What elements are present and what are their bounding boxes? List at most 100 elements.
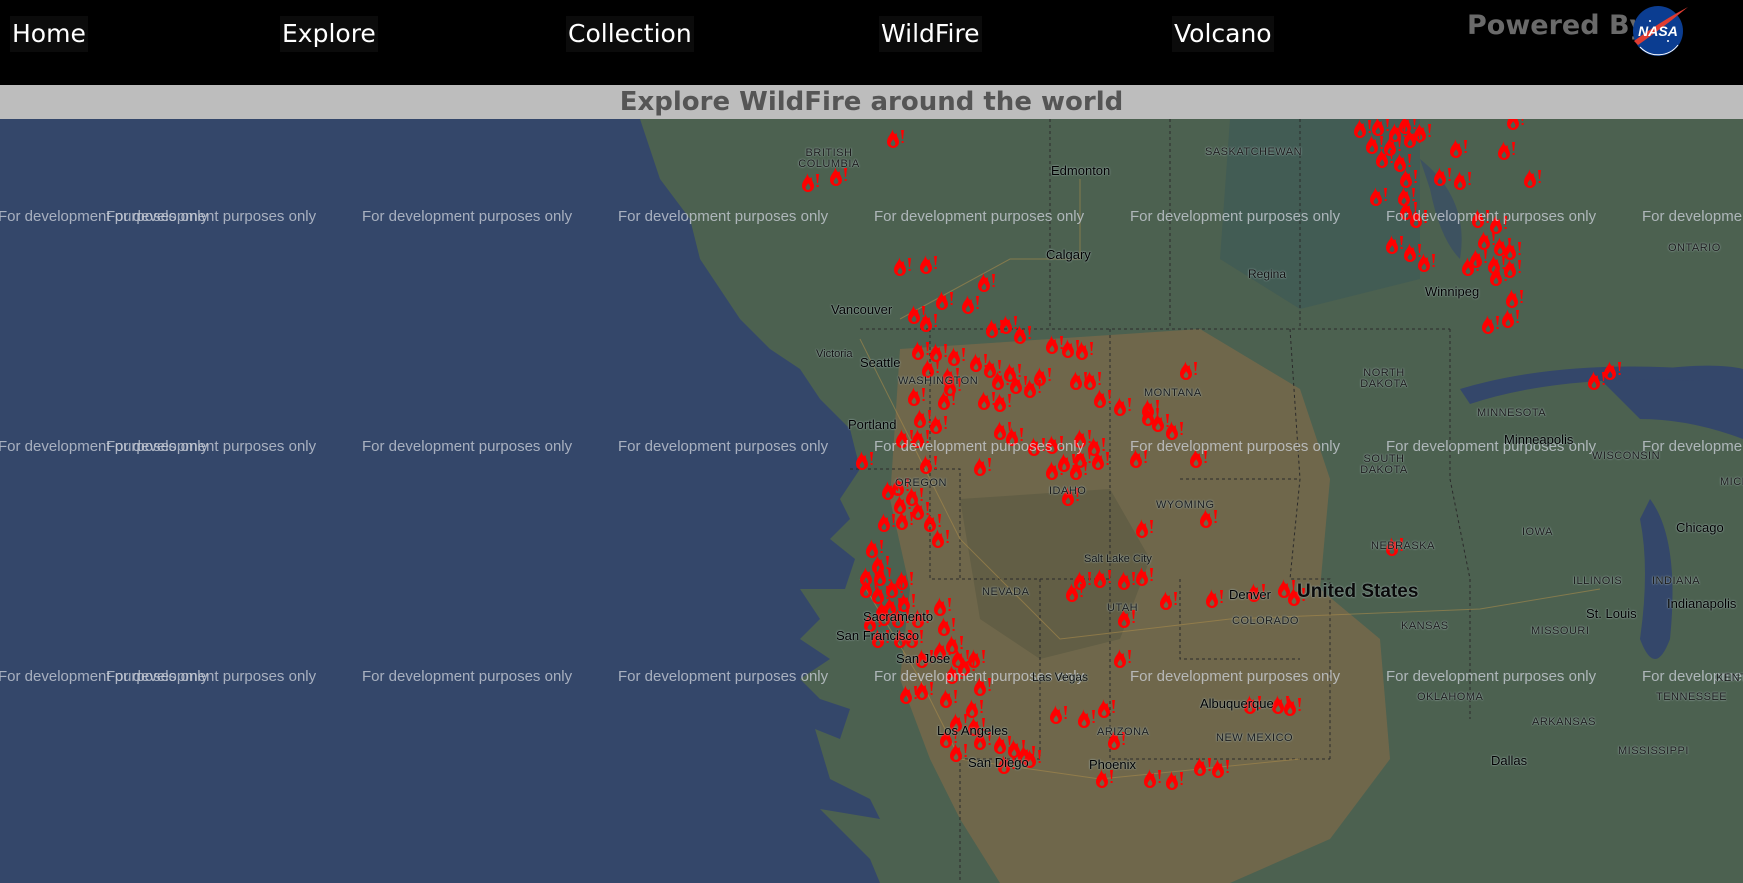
map-label-idaho: IDAHO <box>1049 485 1087 497</box>
map-label-minneapolis: Minneapolis <box>1504 432 1574 447</box>
map-label-british-columbia: BRITISH COLUMBIA <box>798 147 860 170</box>
top-navbar: Home Explore Collection WildFire Volcano… <box>0 0 1743 85</box>
fire-icon[interactable] <box>1486 265 1510 289</box>
dev-watermark: For development purposes only <box>874 208 1085 225</box>
page-banner: Explore WildFire around the world <box>0 85 1743 119</box>
map-label-kansas: KANSAS <box>1401 620 1449 632</box>
nav-home-link[interactable]: Home <box>10 16 88 52</box>
dev-watermark: For development purposes only <box>618 208 829 225</box>
map-label-utah: UTAH <box>1107 602 1139 614</box>
fire-icon[interactable] <box>916 453 940 477</box>
fire-icon[interactable] <box>1132 517 1156 541</box>
map-label-edmonton: Edmonton <box>1051 163 1111 178</box>
fire-icon[interactable] <box>990 391 1014 415</box>
fire-icon[interactable] <box>932 289 956 313</box>
fire-icon[interactable] <box>1072 339 1096 363</box>
fire-icon[interactable] <box>1494 139 1518 163</box>
dev-watermark: For development purposes only <box>362 668 573 685</box>
map-label-chicago: Chicago <box>1676 520 1724 535</box>
fire-icon[interactable] <box>1156 589 1180 613</box>
fire-icon[interactable] <box>1094 697 1118 721</box>
map-label-montana: MONTANA <box>1144 387 1202 399</box>
map-label-albuquerque: Albuquerque <box>1200 696 1274 711</box>
fire-icon[interactable] <box>852 449 876 473</box>
map-label-kentucky: KENTU <box>1716 672 1743 684</box>
fire-icon[interactable] <box>1458 255 1482 279</box>
fire-icon[interactable] <box>1503 119 1527 133</box>
fire-icon[interactable] <box>1176 359 1200 383</box>
map-label-sacramento: Sacramento <box>863 609 934 624</box>
fire-icon[interactable] <box>916 253 940 277</box>
fire-icon[interactable] <box>1046 703 1070 727</box>
fire-icon[interactable] <box>916 311 940 335</box>
map-label-wyoming: WYOMING <box>1156 499 1215 511</box>
fire-icon[interactable] <box>1066 459 1090 483</box>
dev-watermark: For development purposes only <box>1130 668 1341 685</box>
map-label-indiana: INDIANA <box>1652 575 1701 587</box>
dev-watermark: For development purposes only <box>362 438 573 455</box>
map-label-saskatchewan: SASKATCHEWAN <box>1205 146 1303 158</box>
map-label-iowa: IOWA <box>1522 526 1553 538</box>
fire-icon[interactable] <box>1280 695 1304 719</box>
nav-collection-link[interactable]: Collection <box>566 16 694 52</box>
map-label-san-francisco: San Francisco <box>836 628 920 643</box>
map-label-nevada: NEVADA <box>982 586 1030 598</box>
fire-icon[interactable] <box>1414 251 1438 275</box>
fire-icon[interactable] <box>1478 313 1502 337</box>
map-label-st-louis: St. Louis <box>1586 606 1637 621</box>
fire-icon[interactable] <box>890 255 914 279</box>
map-label-wisconsin: WISCONSIN <box>1592 450 1661 462</box>
nav-wildfire-link[interactable]: WildFire <box>879 16 982 52</box>
fire-icon[interactable] <box>1042 459 1066 483</box>
fire-icon[interactable] <box>798 171 822 195</box>
fire-icon[interactable] <box>1162 769 1186 793</box>
fire-icon[interactable] <box>1520 167 1544 191</box>
fire-icon[interactable] <box>883 127 907 151</box>
map-label-united-states: United States <box>1297 581 1419 602</box>
map-label-washington: WASHINGTON <box>898 375 979 387</box>
fire-icon[interactable] <box>1132 565 1156 589</box>
nav-explore-link[interactable]: Explore <box>280 16 378 52</box>
fire-icon[interactable] <box>928 527 952 551</box>
map-label-mississippi: MISSISSIPPI <box>1618 745 1689 757</box>
fire-icon[interactable] <box>936 687 960 711</box>
wildfire-map[interactable]: For development purposes only For develo… <box>0 119 1743 883</box>
fire-icon[interactable] <box>970 455 994 479</box>
map-label-regina: Regina <box>1248 267 1287 281</box>
fire-icon[interactable] <box>1202 587 1226 611</box>
map-label-north-dakota: NORTH DAKOTA <box>1360 367 1408 390</box>
fire-icon[interactable] <box>1208 757 1232 781</box>
nav-volcano-link[interactable]: Volcano <box>1172 16 1274 52</box>
fire-icon[interactable] <box>1366 185 1390 209</box>
fire-icon[interactable] <box>1090 567 1114 591</box>
fire-icon[interactable] <box>1140 767 1164 791</box>
fire-icon[interactable] <box>1410 121 1434 145</box>
powered-by-label: Powered By <box>1467 10 1648 41</box>
fire-icon[interactable] <box>892 509 916 533</box>
fire-icon[interactable] <box>1138 405 1162 429</box>
fire-icon[interactable] <box>1030 365 1054 389</box>
fire-icon[interactable] <box>946 741 970 765</box>
dev-watermark: For development purposes only <box>1130 438 1341 455</box>
fire-icon[interactable] <box>892 569 916 593</box>
nasa-logo: NASA <box>1633 6 1688 56</box>
page-title: Explore WildFire around the world <box>619 87 1124 117</box>
fire-icon[interactable] <box>1446 137 1470 161</box>
map-label-michigan: MICHI <box>1720 476 1743 488</box>
map-label-seattle: Seattle <box>860 355 901 370</box>
dev-watermark: For development purposes only <box>1130 208 1341 225</box>
map-label-las-vegas: Las Vegas <box>1032 670 1089 684</box>
map-label-new-mexico: NEW MEXICO <box>1216 732 1294 744</box>
fire-icon[interactable] <box>974 271 998 295</box>
dev-watermark: For development purposes only <box>618 438 829 455</box>
map-label-oklahoma: OKLAHOMA <box>1417 691 1484 703</box>
fire-icon[interactable] <box>1450 169 1474 193</box>
dev-watermark: For development purposes only <box>106 668 317 685</box>
map-label-los-angeles: Los Angeles <box>937 723 1008 738</box>
fire-icon[interactable] <box>904 385 928 409</box>
dev-watermark: For development purposes only <box>362 208 573 225</box>
fire-icon[interactable] <box>1600 359 1624 383</box>
fire-icon[interactable] <box>1010 323 1034 347</box>
fire-icon[interactable] <box>958 293 982 317</box>
fire-icon[interactable] <box>1110 395 1134 419</box>
